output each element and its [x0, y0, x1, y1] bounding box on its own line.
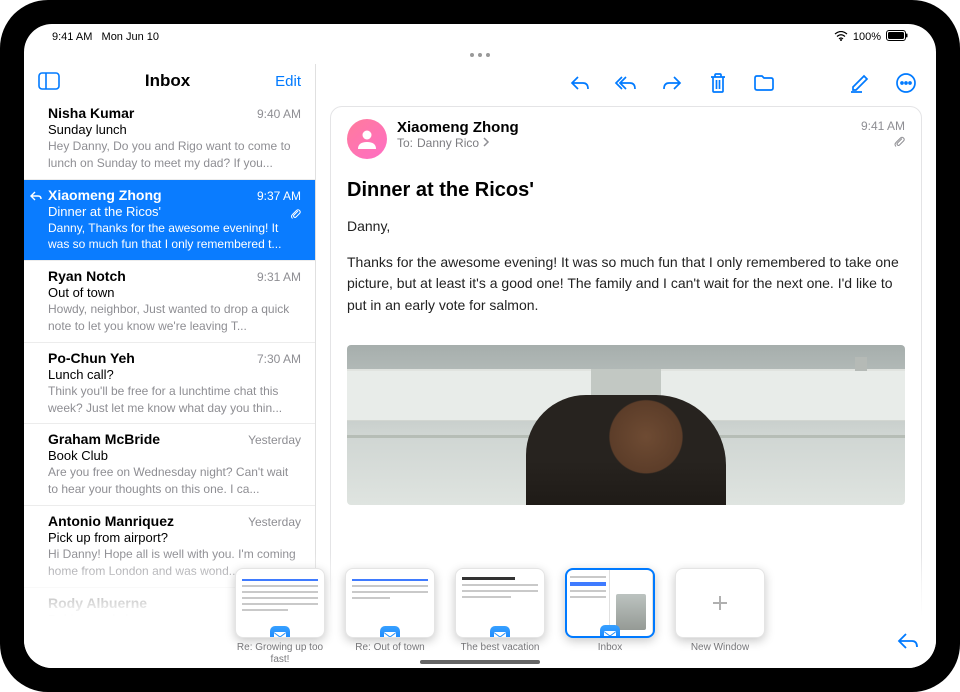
battery-icon	[886, 30, 908, 44]
ipad-device-frame: 9:41 AM Mon Jun 10 100%	[0, 0, 960, 692]
mail-time: 9:31 AM	[257, 270, 301, 284]
status-bar: 9:41 AM Mon Jun 10 100%	[24, 24, 936, 46]
multitasking-dots[interactable]	[24, 46, 936, 64]
mail-preview: Hey Danny, Do you and Rigo want to come …	[48, 138, 301, 172]
sidebar-toggle-icon[interactable]	[38, 70, 60, 92]
message-attachment-photo[interactable]	[347, 345, 905, 505]
mail-time: Yesterday	[248, 433, 301, 447]
mail-badge-icon	[490, 626, 510, 638]
shelf-window-item[interactable]: The best vacation	[454, 568, 546, 664]
mail-preview: Howdy, neighbor, Just wanted to drop a q…	[48, 301, 301, 335]
replied-icon	[30, 190, 42, 204]
mail-item[interactable]: Po-Chun Yeh 7:30 AM Lunch call? Think you…	[24, 343, 315, 425]
mail-sender: Antonio Manriquez	[48, 513, 174, 529]
shelf-window-item[interactable]: Re: Out of town	[344, 568, 436, 664]
mail-preview: Danny, Thanks for the awesome evening! I…	[48, 220, 301, 254]
chevron-right-icon	[483, 136, 490, 150]
mail-badge-icon	[380, 626, 400, 638]
mail-subject: Out of town	[48, 285, 301, 300]
mail-time: 9:37 AM	[257, 189, 301, 203]
edit-button[interactable]: Edit	[275, 73, 301, 90]
mail-sender: Xiaomeng Zhong	[48, 187, 162, 203]
reply-all-button[interactable]	[614, 71, 638, 95]
status-right: 100%	[834, 30, 908, 44]
message-to-line[interactable]: To: Danny Rico	[397, 136, 851, 150]
screen: 9:41 AM Mon Jun 10 100%	[24, 24, 936, 668]
home-indicator[interactable]	[420, 660, 540, 664]
move-folder-button[interactable]	[752, 71, 776, 95]
compose-button[interactable]	[848, 71, 872, 95]
sidebar-title: Inbox	[60, 71, 275, 91]
status-time: 9:41 AM	[52, 31, 92, 43]
mail-item[interactable]: Ryan Notch 9:31 AM Out of town Howdy, nei…	[24, 261, 315, 343]
shelf-window-item-current[interactable]: Inbox	[564, 568, 656, 664]
status-date: Mon Jun 10	[102, 31, 159, 43]
mail-item[interactable]: Graham McBride Yesterday Book Club Are yo…	[24, 424, 315, 506]
more-button[interactable]	[894, 71, 918, 95]
mail-time: Yesterday	[248, 515, 301, 529]
mail-item-selected[interactable]: Xiaomeng Zhong 9:37 AM Dinner at the Rico…	[24, 180, 315, 262]
to-name: Danny Rico	[417, 136, 479, 150]
forward-button[interactable]	[660, 71, 684, 95]
attachment-icon	[861, 135, 905, 151]
status-time-date: 9:41 AM Mon Jun 10	[52, 31, 159, 43]
message-from[interactable]: Xiaomeng Zhong	[397, 119, 851, 136]
mail-item[interactable]: Nisha Kumar 9:40 AM Sunday lunch Hey Dann…	[24, 98, 315, 180]
reply-button[interactable]	[568, 71, 592, 95]
mail-subject: Pick up from airport?	[48, 530, 301, 545]
message-time: 9:41 AM	[861, 119, 905, 133]
mail-time: 9:40 AM	[257, 107, 301, 121]
message-toolbar	[316, 64, 936, 102]
message-greeting: Danny,	[347, 216, 905, 238]
shelf-window-item[interactable]: Re: Growing up too fast!	[234, 568, 326, 664]
shelf-label: Inbox	[598, 642, 622, 664]
sender-avatar[interactable]	[347, 119, 387, 159]
wifi-icon	[834, 31, 848, 44]
mail-time: 7:30 AM	[257, 352, 301, 366]
mail-badge-icon	[600, 625, 620, 638]
shelf-label: Re: Growing up too fast!	[234, 642, 326, 664]
attachment-icon	[290, 208, 301, 223]
trash-button[interactable]	[706, 71, 730, 95]
message-body: Danny, Thanks for the awesome evening! I…	[331, 208, 921, 345]
app-shelf: Re: Growing up too fast! Re: Out of town…	[24, 553, 936, 668]
mail-subject: Dinner at the Ricos'	[48, 204, 301, 219]
to-label: To:	[397, 136, 413, 150]
mail-subject: Sunday lunch	[48, 122, 301, 137]
mail-sender: Po-Chun Yeh	[48, 350, 135, 366]
shelf-label: New Window	[691, 642, 749, 664]
shelf-label: Re: Out of town	[355, 642, 424, 664]
message-text: Thanks for the awesome evening! It was s…	[347, 252, 905, 317]
mail-subject: Lunch call?	[48, 367, 301, 382]
message-subject: Dinner at the Ricos'	[331, 165, 921, 208]
mail-sender: Nisha Kumar	[48, 105, 134, 121]
mail-sender: Graham McBride	[48, 431, 160, 447]
message-header: Xiaomeng Zhong To: Danny Rico 9:41 AM	[331, 107, 921, 165]
battery-percent: 100%	[853, 31, 881, 43]
mail-subject: Book Club	[48, 448, 301, 463]
shelf-new-window-button[interactable]: New Window	[674, 568, 766, 664]
mail-sender: Ryan Notch	[48, 268, 126, 284]
mail-badge-icon	[270, 626, 290, 638]
reply-fab-icon[interactable]	[896, 631, 920, 656]
sidebar-header: Inbox Edit	[24, 64, 315, 98]
mail-preview: Think you'll be free for a lunchtime cha…	[48, 383, 301, 417]
mail-preview: Are you free on Wednesday night? Can't w…	[48, 464, 301, 498]
